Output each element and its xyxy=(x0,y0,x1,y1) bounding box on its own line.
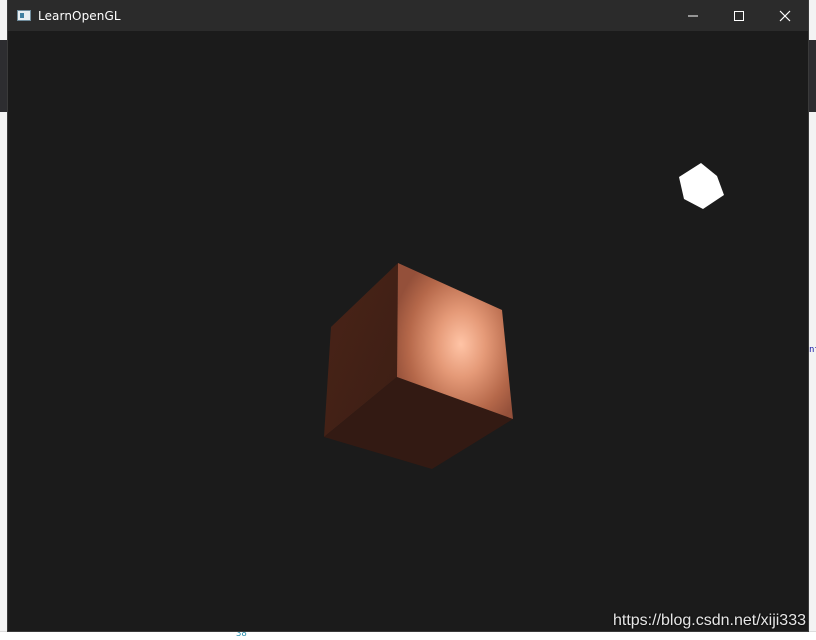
light-source-cube xyxy=(679,163,724,209)
opengl-window: LearnOpenGL https://blog.csdn.net/xiji33… xyxy=(8,0,808,631)
minimize-icon xyxy=(688,15,698,16)
background-ide-left-toolbar xyxy=(0,40,8,112)
watermark-text: https://blog.csdn.net/xiji333 xyxy=(612,612,806,629)
maximize-icon xyxy=(734,10,744,21)
background-line-number: 38 xyxy=(236,629,247,639)
maximize-button[interactable] xyxy=(716,0,762,31)
close-button[interactable] xyxy=(762,0,808,31)
app-icon[interactable] xyxy=(17,10,31,21)
close-icon xyxy=(779,10,791,21)
background-ide-right-toolbar xyxy=(808,40,816,112)
window-controls xyxy=(670,0,808,31)
render-viewport[interactable]: https://blog.csdn.net/xiji333 xyxy=(8,31,808,631)
window-title: LearnOpenGL xyxy=(38,8,121,23)
lit-cube xyxy=(324,263,513,469)
minimize-button[interactable] xyxy=(670,0,716,31)
scene-canvas xyxy=(324,163,724,469)
title-bar[interactable]: LearnOpenGL xyxy=(8,0,808,31)
background-code-fragment: nt xyxy=(809,345,816,355)
